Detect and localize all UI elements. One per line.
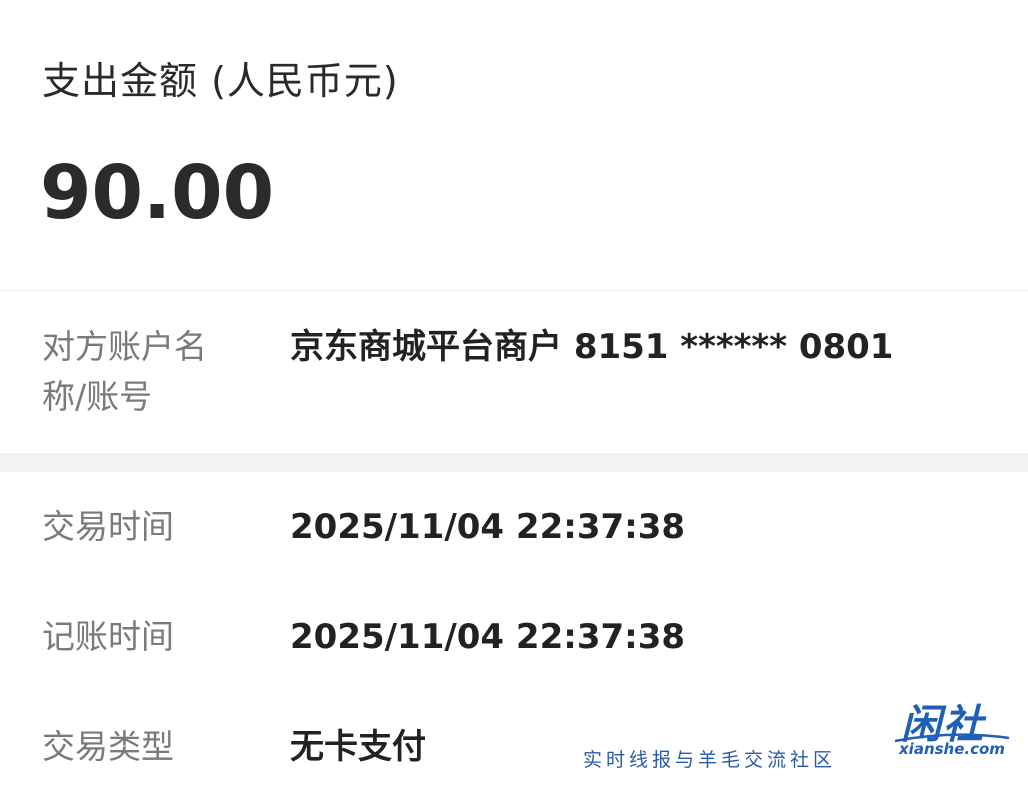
book-time-label: 记账时间 <box>42 617 174 656</box>
account-label: 对方账户名称/账号 <box>42 327 207 416</box>
watermark-logo: 闲社 xianshe.com <box>893 692 1011 762</box>
amount-summary: 支出金额 (人民币元) 90.00 <box>0 0 1028 290</box>
detail-row-book-time: 记账时间 2025/11/04 22:37:38 <box>0 612 1028 662</box>
book-time-value: 2025/11/04 22:37:38 <box>290 617 686 657</box>
watermark-tagline: 实时线报与羊毛交流社区 <box>583 749 837 771</box>
section-divider <box>0 453 1028 472</box>
transaction-detail-page: 支出金额 (人民币元) 90.00 对方账户名称/账号 京东商城平台商户 815… <box>0 0 1028 787</box>
amount-label: 支出金额 (人民币元) <box>42 59 399 103</box>
trade-time-label: 交易时间 <box>42 507 174 546</box>
trade-type-label: 交易类型 <box>42 727 174 766</box>
amount-value: 90.00 <box>40 150 275 236</box>
detail-row-account: 对方账户名称/账号 京东商城平台商户 8151 ****** 0801 <box>0 322 1028 432</box>
trade-time-value: 2025/11/04 22:37:38 <box>290 507 686 547</box>
divider <box>0 290 1028 291</box>
detail-row-trade-type: 交易类型 无卡支付 <box>0 722 1028 772</box>
account-value[interactable]: 京东商城平台商户 8151 ****** 0801 <box>290 322 893 372</box>
logo-domain: xianshe.com <box>899 740 1005 758</box>
trade-type-value: 无卡支付 <box>290 727 426 767</box>
detail-row-trade-time: 交易时间 2025/11/04 22:37:38 <box>0 502 1028 552</box>
